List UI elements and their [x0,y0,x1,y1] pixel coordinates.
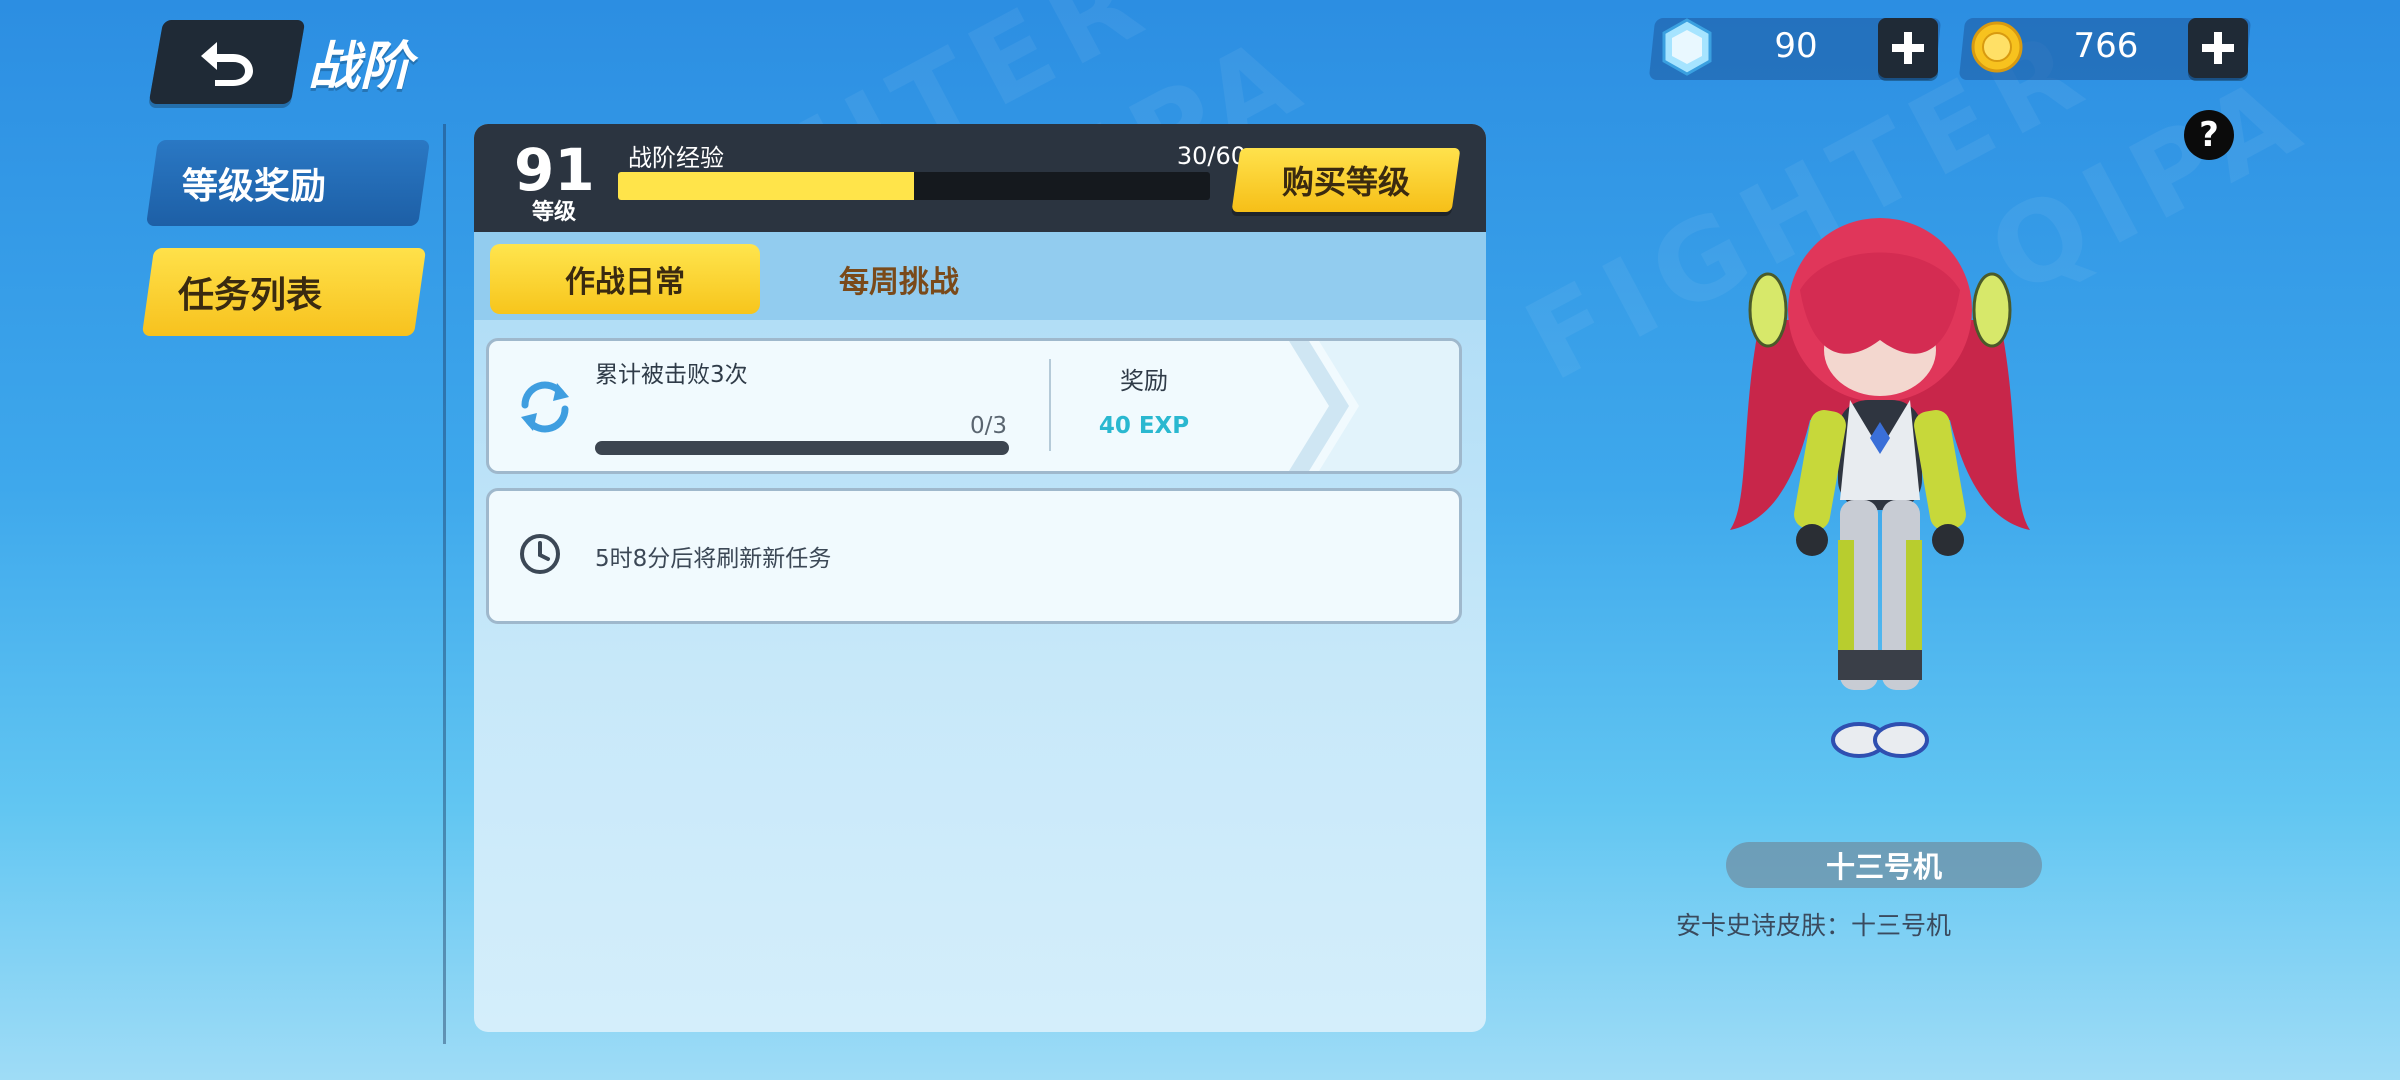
coin-count: 766 [2073,26,2139,66]
coin-icon [1971,21,2023,73]
sidebar-item-label: 任务列表 [178,275,323,316]
task-panel: 91 等级 战阶经验 30/60 购买等级 作战日常 每周挑战 累计被击败3次 … [474,124,1486,1032]
task-title: 累计被击败3次 [595,362,748,388]
character-skin-description: 安卡史诗皮肤：十三号机 [1676,911,1952,940]
exp-count: 30/60 [1176,142,1246,170]
chevron-decoration-icon [1289,341,1459,471]
tab-weekly-challenge[interactable]: 每周挑战 [764,244,1034,314]
plus-icon [2202,32,2234,64]
task-progress-bar [595,441,1009,455]
refresh-icon [521,381,569,433]
back-arrow-icon [201,42,253,86]
character-name: 十三号机 [1726,842,2042,888]
sidebar-item-label: 等级奖励 [182,166,327,207]
diamond-icon [1662,18,1712,76]
task-item[interactable]: 累计被击败3次 0/3 奖励 40 EXP [486,338,1462,474]
task-progress-count: 0/3 [969,413,1007,439]
battle-pass-header: 91 等级 战阶经验 30/60 购买等级 [474,124,1486,232]
sidebar-item-level-rewards[interactable]: 等级奖励 [145,140,431,226]
buy-level-button[interactable]: 购买等级 [1231,148,1461,212]
buy-level-label: 购买等级 [1281,163,1410,201]
exp-label: 战阶经验 [628,144,724,172]
tab-daily-combat[interactable]: 作战日常 [490,244,760,314]
level-label: 等级 [531,200,576,225]
task-separator [1049,359,1051,451]
exp-progress-bar [618,172,1210,200]
refresh-notice: 5时8分后将刷新新任务 [486,488,1462,624]
help-button[interactable]: ? [2184,110,2234,160]
page-title: 战阶 [308,37,413,97]
sidebar-item-task-list[interactable]: 任务列表 [141,248,427,336]
add-coins-button[interactable] [2188,18,2248,78]
add-gems-button[interactable] [1878,18,1938,78]
back-button[interactable] [148,20,306,104]
exp-progress-fill [618,172,914,200]
sidebar-divider [443,124,446,1044]
clock-icon [520,534,560,574]
plus-icon [1892,32,1924,64]
character-model [1730,218,2030,758]
gem-count: 90 [1774,26,1818,66]
refresh-notice-text: 5时8分后将刷新新任务 [595,546,832,572]
